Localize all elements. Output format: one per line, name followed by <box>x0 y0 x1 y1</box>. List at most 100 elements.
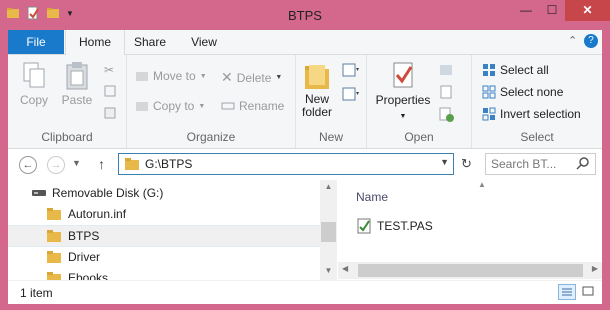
tab-file[interactable]: File <box>8 30 64 54</box>
close-button[interactable]: ✕ <box>565 0 610 21</box>
new-folder-label-line2: folder <box>301 105 333 119</box>
refresh-button[interactable]: ↻ <box>461 156 472 172</box>
pas-file-icon <box>357 218 371 234</box>
select-all-icon <box>483 64 495 76</box>
tab-view[interactable]: View <box>181 30 227 54</box>
address-bar[interactable]: G:\BTPS ▼ <box>118 153 454 175</box>
scrollbar-thumb[interactable] <box>358 264 583 277</box>
navigation-bar: ← → ▼ ↑ G:\BTPS ▼ ↻ Search BT... <box>8 149 602 180</box>
tab-home[interactable]: Home <box>65 30 125 55</box>
select-all-button[interactable]: Select all <box>482 63 549 77</box>
select-none-button[interactable]: Select none <box>482 85 563 99</box>
scroll-up-icon[interactable]: ▲ <box>320 182 337 191</box>
search-icon <box>576 157 589 170</box>
select-none-label: Select none <box>500 85 564 99</box>
large-icons-view-icon <box>582 286 594 296</box>
folder-icon <box>47 251 61 263</box>
folder-icon <box>47 230 61 242</box>
forward-button[interactable]: → <box>47 156 65 174</box>
file-name: TEST.PAS <box>377 219 433 233</box>
drive-icon <box>32 190 46 196</box>
tree-item-driver[interactable]: Driver <box>46 247 338 267</box>
new-group-label: New <box>318 130 343 144</box>
copy-to-button[interactable]: Copy to ▼ <box>135 99 205 113</box>
minimize-button[interactable]: — <box>513 0 539 21</box>
tab-share[interactable]: Share <box>125 30 175 54</box>
folder-icon <box>125 158 139 170</box>
group-new: New folder New <box>296 55 367 148</box>
folder-icon <box>47 272 61 280</box>
column-header-name[interactable]: Name <box>356 190 388 204</box>
paste-shortcut-icon[interactable] <box>104 107 116 119</box>
search-placeholder[interactable]: Search BT... <box>491 157 556 171</box>
delete-icon: ✕ <box>221 69 233 85</box>
group-organize: Move to ▼ Copy to ▼ ✕ Delete ▼ Rename Organ… <box>127 55 296 148</box>
new-item-icon[interactable] <box>342 63 360 77</box>
move-to-label: Move to <box>153 69 196 83</box>
tree-item-label: BTPS <box>68 229 100 243</box>
ribbon-tabs: File Home Share View ⌃ ? <box>8 30 602 55</box>
cut-icon[interactable]: ✂ <box>104 63 114 77</box>
invert-selection-label: Invert selection <box>500 107 581 121</box>
back-button[interactable]: ← <box>19 156 37 174</box>
rename-icon <box>221 102 235 110</box>
history-icon[interactable] <box>439 107 455 123</box>
organize-group-label: Organize <box>186 130 236 144</box>
select-group-label: Select <box>520 130 554 144</box>
rename-label: Rename <box>239 99 285 113</box>
select-all-label: Select all <box>500 63 549 77</box>
maximize-icon: ☐ <box>546 3 558 17</box>
properties-label: Properties <box>375 93 431 107</box>
invert-selection-icon <box>482 107 496 121</box>
delete-button[interactable]: ✕ Delete ▼ <box>221 69 282 86</box>
scroll-down-icon[interactable]: ▼ <box>320 266 337 275</box>
move-to-icon <box>136 72 148 81</box>
navigation-pane: Removable Disk (G:) Autorun.inf BTPS Dri… <box>8 180 338 280</box>
address-dropdown-icon[interactable]: ▼ <box>440 157 449 167</box>
tree-item-removable-disk[interactable]: Removable Disk (G:) <box>30 183 338 203</box>
scrollbar-thumb[interactable] <box>321 222 336 242</box>
tree-item-btps[interactable]: BTPS <box>8 225 320 247</box>
copy-label: Copy <box>19 93 48 107</box>
up-button[interactable]: ↑ <box>98 156 105 172</box>
delete-label: Delete <box>236 70 272 85</box>
group-select: Select all Select none Invert selection … <box>472 55 602 148</box>
open-icon[interactable] <box>439 63 457 77</box>
ribbon-home: Copy Paste ✂ Clipboard Move to ▼ Copy to… <box>8 55 602 149</box>
details-view-button[interactable] <box>558 284 576 300</box>
scroll-right-icon[interactable]: ▶ <box>592 264 598 273</box>
properties-button[interactable]: Properties ▼ <box>375 61 431 121</box>
invert-selection-button[interactable]: Invert selection <box>482 107 581 121</box>
scroll-left-icon[interactable]: ◀ <box>342 264 348 273</box>
properties-dropdown-icon[interactable]: ▼ <box>400 113 407 120</box>
title-bar[interactable]: ▼ BTPS — ☐ ✕ <box>0 0 610 30</box>
rename-button[interactable]: Rename <box>221 99 284 113</box>
easy-access-icon[interactable] <box>342 87 360 101</box>
tree-item-ebooks[interactable]: Ebooks <box>46 268 338 280</box>
tree-item-label: Driver <box>68 250 100 264</box>
tree-item-autorun[interactable]: Autorun.inf <box>46 204 338 224</box>
file-list-scrollbar[interactable]: ◀ ▶ <box>338 262 602 279</box>
edit-icon[interactable] <box>439 85 453 99</box>
ribbon-collapse-icon[interactable]: ⌃ <box>568 34 577 47</box>
file-list: ▲ Name TEST.PAS ◀ ▶ <box>338 180 602 280</box>
tree-item-label: Autorun.inf <box>68 207 127 221</box>
maximize-button[interactable]: ☐ <box>539 0 565 21</box>
help-icon[interactable]: ? <box>584 34 598 48</box>
recent-locations-icon[interactable]: ▼ <box>72 158 81 168</box>
copy-button[interactable]: Copy <box>14 61 54 107</box>
list-item[interactable]: TEST.PAS <box>356 218 433 234</box>
minimize-icon: — <box>520 3 532 17</box>
copy-to-icon <box>136 102 148 111</box>
search-box[interactable]: Search BT... <box>485 153 596 175</box>
tree-scrollbar[interactable]: ▲ ▼ <box>320 180 337 280</box>
large-icons-view-button[interactable] <box>580 284 598 300</box>
address-path[interactable]: G:\BTPS <box>145 157 192 171</box>
new-folder-button[interactable]: New folder <box>298 61 336 119</box>
paste-button[interactable]: Paste <box>56 61 98 107</box>
copy-path-icon[interactable] <box>104 85 116 97</box>
select-none-icon <box>482 85 496 99</box>
move-to-button[interactable]: Move to ▼ <box>135 69 207 83</box>
details-view-icon <box>562 288 572 296</box>
new-folder-icon <box>305 65 329 89</box>
